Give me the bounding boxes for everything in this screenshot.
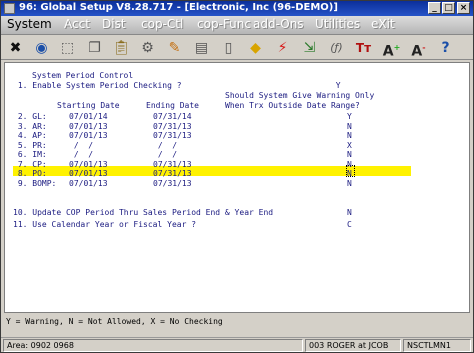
legend-area: Y = Warning, N = Not Allowed, X = No Che…: [4, 315, 470, 336]
period-row-end-date[interactable]: / /: [153, 141, 177, 150]
app-icon: [4, 3, 15, 14]
menu-add-ons[interactable]: add-Ons: [253, 17, 304, 31]
window-title: 96: Global Setup V8.28.717 - [Electronic…: [19, 2, 338, 13]
app-window: 96: Global Setup V8.28.717 - [Electronic…: [0, 0, 474, 353]
menu-dist[interactable]: Dist: [102, 17, 126, 31]
period-row-end-date[interactable]: 07/31/13: [153, 179, 192, 188]
legend-text: Y = Warning, N = Not Allowed, X = No Che…: [6, 317, 223, 326]
period-row-label: 7. CP:: [13, 159, 47, 169]
menu-acct[interactable]: Acct: [64, 17, 90, 31]
period-row-warning-flag[interactable]: N: [347, 131, 352, 140]
period-row-end-date[interactable]: 07/31/14: [153, 112, 192, 121]
document-icon[interactable]: ▯: [218, 38, 239, 58]
maximize-button[interactable]: □: [442, 2, 455, 14]
period-row-label: 9. BOMP:: [13, 178, 57, 188]
period-row-end-date[interactable]: 07/31/13: [153, 160, 192, 169]
warning-header-1: Should System Give Warning Only: [225, 91, 375, 100]
menu-cop-func[interactable]: cop-Func: [197, 17, 251, 31]
status-bar: Area: 0902 0968 003 ROGER at JCOB NSCTLM…: [1, 337, 473, 352]
line-update-cop: 10. Update COP Period Thru Sales Period …: [13, 208, 274, 217]
globe-icon[interactable]: ◉: [31, 38, 52, 58]
title-bar: 96: Global Setup V8.28.717 - [Electronic…: [1, 1, 473, 16]
period-row-label: 6. IM:: [13, 150, 47, 159]
period-row-warning-flag[interactable]: X: [347, 141, 352, 150]
period-row-start-date[interactable]: 07/01/13: [69, 122, 108, 131]
line-calendar-year-flag[interactable]: C: [347, 220, 352, 229]
period-row-label: 3. AR:: [13, 121, 47, 131]
lightning-icon[interactable]: ⚡: [272, 38, 293, 58]
period-row-label: 2. GL:: [13, 112, 47, 121]
menu-exit[interactable]: eXit: [371, 17, 395, 31]
status-area: Area: 0902 0968: [3, 339, 303, 352]
list-icon[interactable]: ▤: [191, 38, 212, 58]
font-tt-icon[interactable]: Tт: [353, 38, 374, 58]
screen-heading: System Period Control: [32, 71, 134, 80]
period-row-start-date[interactable]: 07/01/14: [69, 112, 108, 121]
help-icon[interactable]: ?: [435, 38, 456, 58]
period-row-start-date[interactable]: 07/01/13: [69, 131, 108, 140]
period-row-label: 8. PO:: [13, 169, 47, 178]
paste-icon[interactable]: 📋︎: [111, 38, 132, 58]
minimize-button[interactable]: _: [428, 2, 441, 14]
menu-bar: System Acct Dist cop-Ctl cop-Func add-On…: [1, 16, 473, 35]
period-row-warning-flag[interactable]: N: [347, 150, 352, 159]
line-update-cop-flag[interactable]: N: [347, 208, 352, 217]
menu-cop-ctl[interactable]: cop-Ctl: [141, 17, 183, 31]
status-terminal: NSCTLMN1: [403, 339, 471, 352]
period-row-warning-flag[interactable]: Y: [347, 112, 352, 121]
terminal-screen[interactable]: System Period Control 1. Enable System P…: [4, 62, 470, 313]
status-user: 003 ROGER at JCOB: [305, 339, 401, 352]
period-row-start-date[interactable]: 07/01/13: [69, 179, 108, 188]
menu-utilities[interactable]: Utilities: [315, 17, 360, 31]
toolbar: ✖ ◉ ⬚ ❐ 📋︎ ⚙ ✎ ▤ ▯ ◆ ⚡ ⇲ (ƒ) Tт A+ A- ?: [1, 36, 473, 60]
line-calendar-year: 11. Use Calendar Year or Fiscal Year ?: [13, 220, 197, 229]
period-row-label: 5. PR:: [13, 140, 47, 150]
col-starting-date: Starting Date: [57, 101, 120, 110]
period-row-end-date[interactable]: 07/31/13: [153, 169, 192, 178]
period-row-start-date[interactable]: / /: [69, 141, 93, 150]
col-ending-date: Ending Date: [146, 101, 199, 110]
period-row-end-date[interactable]: / /: [153, 150, 177, 159]
period-row-label: 4. AP:: [13, 131, 47, 140]
selection-icon[interactable]: ⬚: [57, 38, 78, 58]
period-row-start-date[interactable]: 07/01/13: [69, 169, 108, 178]
period-row-start-date[interactable]: 07/01/13: [69, 160, 108, 169]
period-row-warning-flag[interactable]: N: [347, 169, 352, 178]
copy-icon[interactable]: ❐: [84, 38, 105, 58]
font-increase-icon[interactable]: A+: [381, 38, 402, 60]
close-button[interactable]: ×: [457, 2, 470, 14]
period-row-end-date[interactable]: 07/31/13: [153, 131, 192, 140]
edit-icon[interactable]: ✎: [164, 38, 185, 58]
warning-header-2: When Trx Outside Date Range?: [225, 101, 360, 110]
function-icon[interactable]: (ƒ): [326, 38, 347, 58]
period-row-start-date[interactable]: / /: [69, 150, 93, 159]
font-decrease-icon[interactable]: A-: [408, 38, 429, 60]
tag-icon[interactable]: ◆: [245, 38, 266, 58]
settings-icon[interactable]: ⚙: [137, 38, 158, 58]
period-row-warning-flag[interactable]: N: [347, 179, 352, 188]
menu-system[interactable]: System: [7, 17, 52, 31]
period-row-end-date[interactable]: 07/31/13: [153, 122, 192, 131]
period-row-warning-flag[interactable]: N: [347, 122, 352, 131]
period-row-warning-flag[interactable]: N: [347, 160, 352, 169]
line-enable-check: 1. Enable System Period Checking ? Y: [13, 81, 341, 90]
close-x-icon[interactable]: ✖: [5, 38, 26, 58]
export-icon[interactable]: ⇲: [299, 38, 320, 58]
